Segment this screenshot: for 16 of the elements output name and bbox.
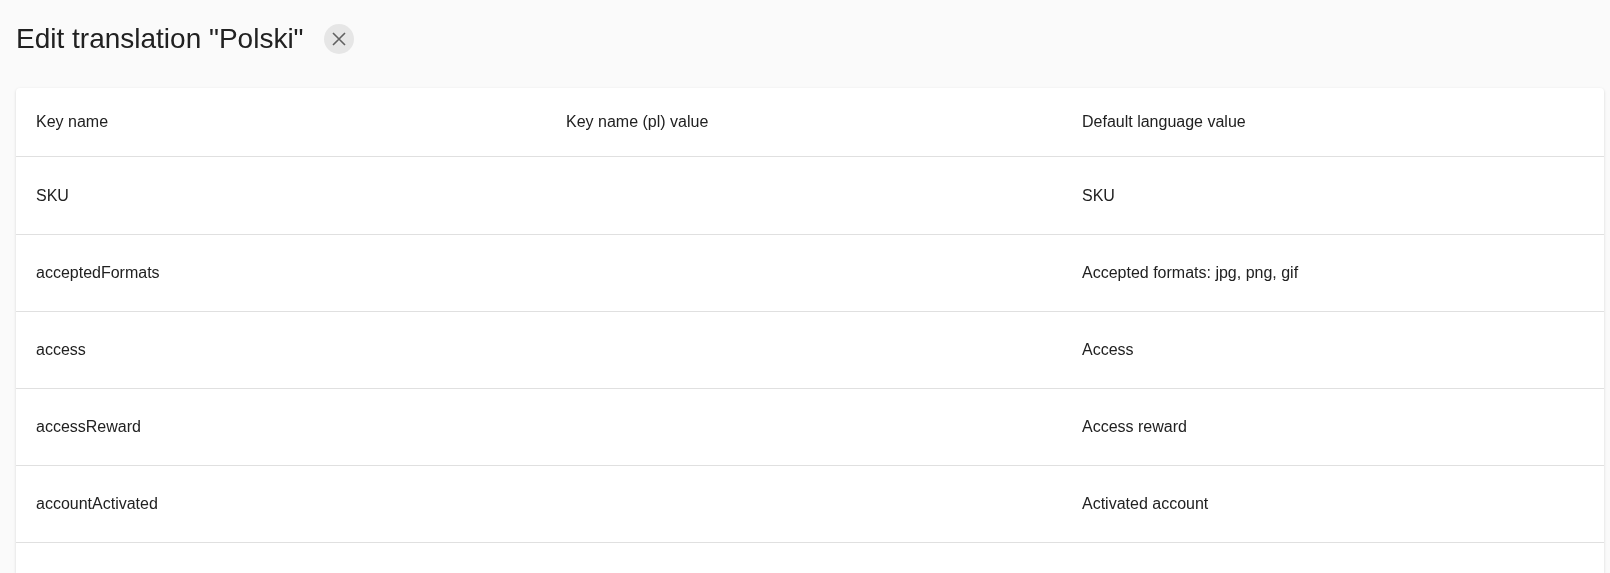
table-cell-text: Activated account [1082, 495, 1210, 513]
table-cell-text: accountActivated [36, 495, 159, 513]
table-cell-text: acceptedFormats [36, 264, 161, 282]
table-cell-text: SKU [1082, 186, 1116, 205]
column-header: Default language value [1082, 113, 1247, 131]
column-header: Key name [36, 113, 110, 131]
close-button[interactable] [323, 24, 354, 54]
table-cell-text: access [36, 341, 87, 359]
table-cell-text: Access [1082, 341, 1135, 359]
table-cell-text: accessReward [36, 418, 142, 436]
table-cell-text: Accepted formats: jpg, png, gif [1082, 264, 1300, 282]
table-cell-text: Access reward [1082, 418, 1188, 436]
column-header: Key name (pl) value [566, 113, 710, 131]
page-title: Edit translation "Polski" [16, 23, 304, 55]
table-cell-text: SKU [36, 186, 70, 205]
close-icon [331, 32, 346, 46]
